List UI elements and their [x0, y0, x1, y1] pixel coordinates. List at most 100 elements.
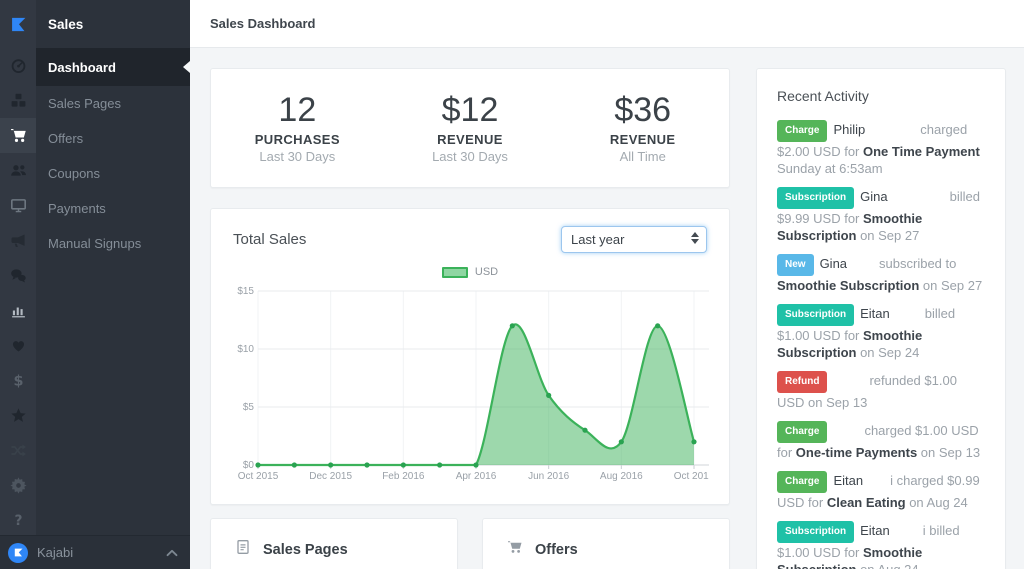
content: 12 PURCHASES Last 30 Days $12 REVENUE La… — [190, 48, 1024, 569]
sidebar-item-label: Sales Pages — [48, 96, 121, 111]
svg-text:$0: $0 — [243, 460, 255, 471]
total-sales-area-chart: Oct 2015 Dec 2015 Feb 2016 Apr 2016 Jun 2016… — [237, 286, 714, 482]
shuffle-icon[interactable] — [0, 433, 36, 468]
activity-text: on Aug 24 — [905, 495, 968, 510]
gear-icon[interactable] — [0, 468, 36, 503]
sidebar: $? Sales Dashboard Sales Pages Offers Coupo… — [0, 0, 190, 569]
badge-new: New — [777, 254, 814, 276]
sidebar-item-sales-pages[interactable]: Sales Pages — [36, 86, 190, 121]
people-users-icon[interactable] — [0, 153, 36, 188]
shortcut-card-title: Offers — [535, 541, 578, 558]
product-name: One-time Payments — [795, 445, 918, 460]
website-monitor-icon[interactable] — [0, 188, 36, 223]
activity-text: subscribed to — [879, 256, 957, 271]
stat-value: $36 — [614, 90, 672, 129]
redacted-name-space — [865, 133, 920, 134]
help-question-icon[interactable]: ? — [0, 503, 36, 538]
sidebar-item-coupons[interactable]: Coupons — [36, 156, 190, 191]
sidebar-menu: Sales Dashboard Sales Pages Offers Coupons P… — [36, 0, 190, 535]
badge-refund: Refund — [777, 371, 828, 393]
svg-text:Apr 2016: Apr 2016 — [456, 471, 497, 482]
dollar-icon[interactable]: $ — [0, 363, 36, 398]
products-cubes-icon[interactable] — [0, 83, 36, 118]
svg-text:Aug 2016: Aug 2016 — [600, 471, 643, 482]
stats-card: 12 PURCHASES Last 30 Days $12 REVENUE La… — [210, 68, 730, 188]
redacted-name-space — [833, 434, 864, 435]
stat-value: 12 — [278, 90, 317, 129]
redacted-name-space — [890, 317, 925, 318]
sidebar-item-offers[interactable]: Offers — [36, 121, 190, 156]
svg-text:$5: $5 — [243, 402, 255, 413]
sidebar-item-dashboard[interactable]: Dashboard — [36, 48, 190, 86]
activity-item: Refund refunded $1.00 USD on Sep 13 — [777, 371, 985, 411]
document-icon — [235, 539, 251, 560]
badge-charge: Charge — [777, 471, 828, 493]
svg-text:Feb 2016: Feb 2016 — [382, 471, 425, 482]
badge-subscription: Subscription — [777, 521, 855, 543]
svg-text:Dec 2015: Dec 2015 — [309, 471, 352, 482]
stat-sublabel: All Time — [619, 149, 666, 165]
chevron-up-icon[interactable] — [166, 544, 178, 562]
badge-charge: Charge — [777, 421, 828, 443]
product-name: Smoothie Subscription — [777, 278, 920, 293]
customer-name: Eitan — [833, 473, 864, 488]
recent-activity-card: Recent Activity Charge Philip charged $2.0… — [756, 68, 1006, 569]
active-item-caret-icon — [183, 61, 190, 73]
stat-purchases: 12 PURCHASES Last 30 Days — [211, 90, 384, 164]
activity-item: Charge Eitan i charged $0.99 USD for Clean… — [777, 471, 985, 511]
sidebar-item-label: Manual Signups — [48, 236, 142, 251]
shortcut-card-offers[interactable]: OffersOffers are collections of one or m… — [482, 518, 730, 569]
activity-text: Sunday at 6:53am — [777, 161, 883, 176]
date-range-select[interactable]: Last year — [561, 226, 707, 253]
sales-cart-icon[interactable] — [0, 118, 36, 153]
stat-revenue-30d: $12 REVENUE Last 30 Days — [384, 90, 557, 165]
total-sales-chart-card: Total Sales Last year USD Oct 2015 Dec 20… — [210, 208, 730, 505]
product-name: One Time Payment — [863, 144, 980, 159]
stat-label: REVENUE — [437, 132, 503, 148]
brand-name: Kajabi — [37, 545, 74, 560]
stat-value: $12 — [441, 90, 499, 129]
redacted-name-space — [833, 384, 869, 385]
topbar: Sales Dashboard — [190, 0, 1024, 48]
sidebar-footer-account[interactable]: Kajabi — [0, 535, 190, 569]
customer-name: Philip — [833, 122, 866, 137]
shortcut-card-sales-pages[interactable]: Sales PagesSales pages are displayed in … — [210, 518, 458, 569]
sidebar-item-label: Payments — [48, 201, 106, 216]
svg-text:?: ? — [14, 513, 22, 529]
activity-item: Charge Philip charged $2.00 USD for One Ti… — [777, 120, 985, 177]
page-title: Sales Dashboard — [210, 16, 316, 31]
activity-text: on Sep 13 — [917, 445, 981, 460]
app-window: $? Sales Dashboard Sales Pages Offers Coupo… — [0, 0, 1024, 569]
svg-text:$15: $15 — [237, 286, 254, 297]
community-chat-icon[interactable] — [0, 258, 36, 293]
dashboard-gauge-icon[interactable] — [0, 48, 36, 83]
kajabi-logo[interactable] — [0, 0, 36, 48]
activity-item: New Gina subscribed to Smoothie Subscripti… — [777, 254, 985, 294]
badge-subscription: Subscription — [777, 304, 855, 326]
legend-label: USD — [474, 266, 499, 278]
marketing-megaphone-icon[interactable] — [0, 223, 36, 258]
customer-name: Gina — [860, 189, 888, 204]
redacted-name-space — [863, 484, 890, 485]
svg-text:Oct 2015: Oct 2015 — [238, 471, 279, 482]
customer-name: Eitan — [860, 306, 890, 321]
chart-legend: USD — [233, 266, 707, 278]
sidebar-item-payments[interactable]: Payments — [36, 191, 190, 226]
svg-text:$: $ — [13, 373, 23, 389]
activity-text: on Sep 27 — [856, 228, 920, 243]
badge-charge: Charge — [777, 120, 828, 142]
stat-label: REVENUE — [609, 132, 676, 148]
stat-sublabel: Last 30 Days — [432, 149, 508, 165]
analytics-bar-chart-icon[interactable] — [0, 293, 36, 328]
cart-icon — [507, 539, 523, 560]
heart-icon[interactable] — [0, 328, 36, 363]
activity-text: on Sep 27 — [919, 278, 983, 293]
svg-text:Jun 2016: Jun 2016 — [528, 471, 570, 482]
shortcut-card-title: Sales Pages — [263, 541, 348, 558]
product-name: Clean Eating — [826, 495, 906, 510]
chart-title: Total Sales — [233, 231, 307, 248]
star-icon[interactable] — [0, 398, 36, 433]
activity-text: on Aug 24 — [856, 562, 919, 569]
sidebar-item-manual-signups[interactable]: Manual Signups — [36, 226, 190, 261]
stat-revenue-alltime: $36 REVENUE All Time — [556, 90, 729, 165]
